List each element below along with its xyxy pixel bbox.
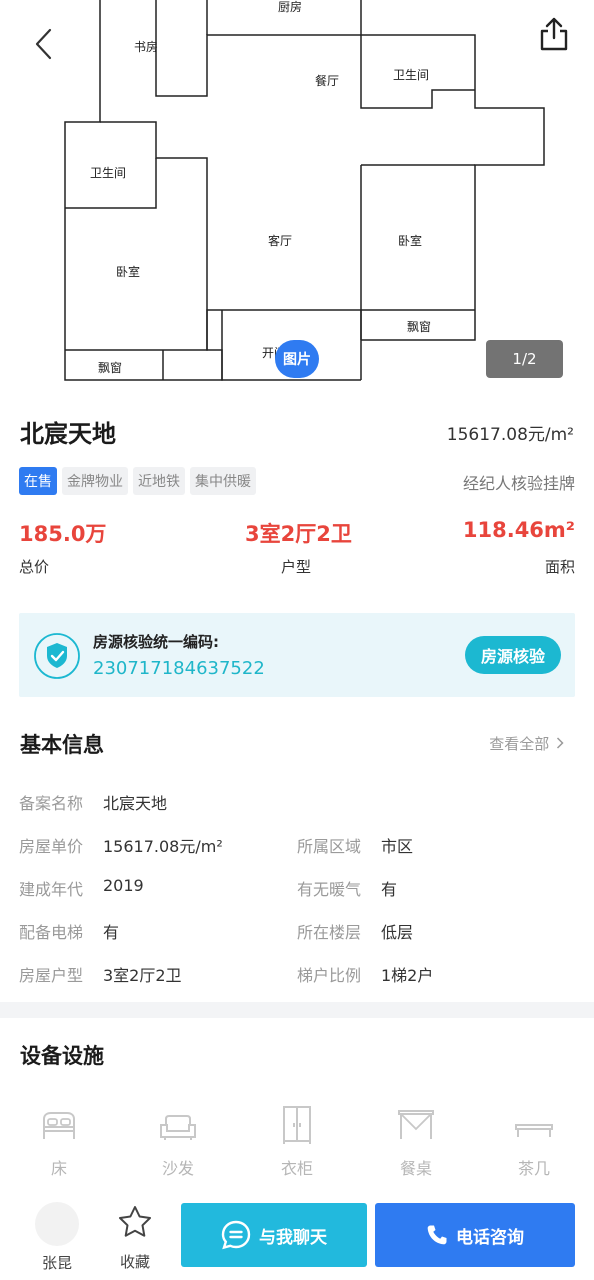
see-all-label: 查看全部 [489,735,550,753]
facility-label: 衣柜 [280,1159,313,1178]
info-value: 15617.08元/m² [103,837,223,856]
call-button[interactable]: 电话咨询 [375,1203,575,1267]
info-label: 所在楼层 [297,923,362,942]
info-value: 市区 [381,837,414,856]
plan-room-label: 书房 [134,39,158,54]
bottom-action-bar: 张昆 收藏 与我聊天 电话咨询 [0,1190,594,1280]
star-icon[interactable] [115,1200,155,1244]
facility-label: 餐桌 [399,1159,432,1178]
basic-info-title: 基本信息 [20,733,104,757]
chevron-left-icon [35,28,52,60]
facilities-title: 设备设施 [20,1044,104,1068]
facility-dining-table: 餐桌 [376,1105,456,1179]
back-button[interactable] [22,22,66,66]
listing-title: 北宸天地 [20,420,116,448]
coffee-table-icon [515,1124,553,1137]
tag-list: 在售 金牌物业 近地铁 集中供暖 [19,467,256,495]
section-divider [0,1002,594,1018]
info-label: 梯户比例 [297,966,362,985]
info-label: 房屋单价 [19,837,84,856]
tag-item: 集中供暖 [190,467,256,495]
total-price: 185.0万 [19,522,107,546]
call-button-label: 电话咨询 [456,1227,524,1248]
facility-coffee-table: 茶几 [494,1105,574,1179]
phone-icon [427,1225,447,1245]
dining-table-icon [398,1110,434,1139]
info-value: 低层 [381,923,414,942]
agent-name[interactable]: 张昆 [42,1252,72,1273]
floor-plan-gallery[interactable]: 厨房 书房 餐厅 卫生间 卫生间 客厅 卧室 卧室 飘窗 飘窗 开间 图片 1/… [0,0,594,400]
info-label: 所属区域 [297,837,362,856]
plan-room-label: 飘窗 [407,320,431,334]
share-button[interactable] [532,12,576,56]
plan-room-label: 卧室 [116,264,140,279]
facility-sofa: 沙发 [138,1105,218,1179]
tag-status: 在售 [19,467,57,495]
info-value: 有 [381,880,398,899]
plan-room-label: 客厅 [268,233,292,248]
info-value: 1梯2户 [381,966,434,985]
info-value: 有 [103,923,120,942]
layout-label: 户型 [281,558,312,576]
wardrobe-icon [283,1106,311,1144]
chat-button-label: 与我聊天 [259,1227,327,1248]
picture-tab[interactable]: 图片 [275,340,319,378]
plan-room-label: 卫生间 [90,166,126,180]
info-value: 北宸天地 [103,794,168,813]
area-label: 面积 [544,558,575,576]
favorite-label[interactable]: 收藏 [120,1251,150,1272]
facility-label: 床 [50,1159,67,1178]
info-label: 有无暖气 [297,880,362,899]
plan-room-label: 卫生间 [393,68,429,82]
info-value: 3室2厅2卫 [103,966,182,985]
total-price-label: 总价 [19,558,50,576]
verify-code: 230717184637522 [93,658,265,679]
sofa-icon [160,1115,196,1140]
info-label: 配备电梯 [19,923,84,942]
page-indicator: 1/2 [486,340,563,378]
see-all-link[interactable]: 查看全部 [489,733,564,754]
plan-room-label: 飘窗 [98,361,122,375]
info-value: 2019 [103,876,144,895]
verify-button[interactable]: 房源核验 [465,636,561,674]
plan-room-label: 卧室 [398,233,422,248]
info-label: 房屋户型 [19,966,84,985]
share-icon [540,17,568,51]
chat-button[interactable]: 与我聊天 [181,1203,367,1267]
plan-room-label: 餐厅 [315,73,339,88]
unit-price: 15617.08元/m² [446,425,574,445]
info-label: 备案名称 [19,794,84,813]
tag-item: 近地铁 [133,467,185,495]
plan-room-label: 厨房 [278,0,302,14]
layout-value: 3室2厅2卫 [245,522,352,546]
agent-avatar[interactable] [35,1202,79,1246]
info-label: 建成年代 [19,880,84,899]
agent-verified-note: 经纪人核验挂牌 [462,474,575,493]
verify-title: 房源核验统一编码: [93,633,219,651]
facility-label: 沙发 [161,1159,194,1178]
facility-wardrobe: 衣柜 [257,1105,337,1179]
facility-label: 茶几 [517,1159,550,1178]
bed-icon [43,1112,75,1139]
shield-check-icon [34,633,80,679]
tag-item: 金牌物业 [62,467,128,495]
facility-bed: 床 [19,1105,99,1179]
chat-bubble-icon [221,1220,251,1250]
area-value: 118.46m² [462,518,575,542]
chevron-right-icon [556,737,564,749]
verification-card: 房源核验统一编码: 230717184637522 房源核验 [19,613,575,697]
